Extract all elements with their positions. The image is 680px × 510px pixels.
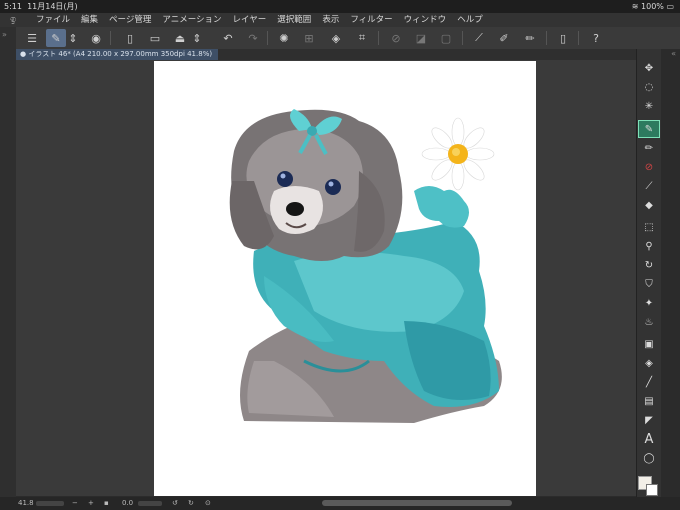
lasso-tool-icon[interactable]: ◌: [639, 79, 659, 95]
zoom-value[interactable]: 41.8: [18, 497, 34, 510]
line-tool-icon[interactable]: ╱: [639, 374, 659, 390]
invert-selection-icon[interactable]: ◪: [411, 29, 431, 47]
menu-selection[interactable]: 選択範囲: [277, 13, 311, 27]
sparkle-icon[interactable]: ✦: [639, 295, 659, 311]
zoom-slider[interactable]: [36, 501, 64, 506]
edit-mode-icon[interactable]: ✎: [46, 29, 66, 47]
fill-icon[interactable]: ◈: [326, 29, 346, 47]
menu-layer[interactable]: レイヤー: [233, 13, 267, 27]
menu-animation[interactable]: アニメーション: [162, 13, 221, 27]
record-icon[interactable]: ◉: [86, 29, 106, 47]
operation-tool-icon[interactable]: ⬚: [639, 219, 659, 235]
move-tool-icon[interactable]: ✥: [639, 60, 659, 76]
horizontal-scrollbar[interactable]: [322, 500, 512, 506]
document-tab-bar: ● イラスト 46* (A4 210.00 x 297.00mm 350dpi …: [16, 49, 636, 60]
balloon-tool-icon[interactable]: ◯: [639, 450, 659, 466]
battery-level: 100%: [641, 2, 664, 11]
redo-icon[interactable]: ↷: [243, 29, 263, 47]
status-date: 11月14日(月): [27, 2, 78, 11]
ruler-icon[interactable]: ⟋: [469, 29, 489, 47]
pen-settings-icon[interactable]: ✏: [520, 29, 540, 47]
pen-tool-icon[interactable]: ✎: [638, 120, 660, 138]
menu-file[interactable]: ファイル: [36, 13, 70, 27]
menu-filter[interactable]: フィルター: [350, 13, 392, 27]
pencil-tool-icon[interactable]: ✏: [639, 140, 659, 156]
zoom-out-icon[interactable]: −: [72, 497, 78, 510]
ios-status-bar: 5:11 11月14日(月) ≋ 100% ▭: [0, 0, 680, 13]
new-file-icon[interactable]: ▯: [120, 29, 140, 47]
left-panel-gutter: »: [0, 27, 16, 497]
navigator-bar: 41.8 − + ▪ 0.0 ↺ ↻ ⊙: [0, 497, 680, 510]
deselect-icon[interactable]: ⊘: [386, 29, 406, 47]
menu-help[interactable]: ヘルプ: [457, 13, 483, 27]
rotate-right-icon[interactable]: ↻: [188, 497, 194, 510]
menu-bar: ඉ ファイル 編集 ページ管理 アニメーション レイヤー 選択範囲 表示 フィル…: [0, 13, 680, 27]
fit-icon[interactable]: ▪: [104, 497, 109, 510]
rotation-value[interactable]: 0.0: [122, 497, 133, 510]
help-icon[interactable]: ?: [586, 29, 606, 47]
eyedropper-icon[interactable]: ⟋: [639, 178, 659, 194]
open-folder-icon[interactable]: ▭: [145, 29, 165, 47]
rotate-view-icon[interactable]: ↻: [639, 257, 659, 273]
undo-icon[interactable]: ↶: [218, 29, 238, 47]
selection-border-icon[interactable]: ▢: [436, 29, 456, 47]
zoom-tool-icon[interactable]: ⚲: [639, 238, 659, 254]
wifi-icon: ≋: [631, 2, 639, 11]
right-edge-gutter: «: [661, 49, 680, 497]
menu-view[interactable]: 表示: [322, 13, 339, 27]
loading-icon[interactable]: ✺: [274, 29, 294, 47]
hamburger-icon[interactable]: ☰: [22, 29, 42, 47]
expand-right-icon[interactable]: «: [671, 49, 676, 58]
magic-wand-icon[interactable]: ✳: [639, 98, 659, 114]
expand-left-icon[interactable]: »: [2, 30, 7, 39]
canvas-area[interactable]: [16, 60, 636, 496]
document-tab[interactable]: ● イラスト 46* (A4 210.00 x 297.00mm 350dpi …: [16, 49, 219, 60]
device-icon[interactable]: ▯: [553, 29, 573, 47]
status-time-date: 5:11 11月14日(月): [4, 0, 78, 13]
save-chevron-icon[interactable]: ⇕: [191, 29, 203, 47]
gradient-tool-icon[interactable]: ▣: [639, 336, 659, 352]
artwork-canvas[interactable]: [154, 61, 536, 496]
sub-color-swatch[interactable]: [646, 484, 658, 496]
fill-tool-icon[interactable]: ◈: [639, 355, 659, 371]
eraser-icon[interactable]: ◆: [639, 197, 659, 213]
menu-page[interactable]: ページ管理: [109, 13, 151, 27]
app-logo-icon[interactable]: ඉ: [10, 13, 16, 27]
updown-chevron-icon[interactable]: ⇕: [67, 29, 79, 47]
status-right: ≋ 100% ▭: [632, 0, 674, 13]
status-time: 5:11: [4, 2, 22, 11]
zoom-in-icon[interactable]: +: [88, 497, 94, 510]
crop-icon[interactable]: ⌗: [352, 29, 372, 47]
command-bar: ☰ ✎ ⇕ ◉ ▯ ▭ ⏏ ⇕ ↶ ↷ ✺ ⊞ ◈ ⌗ ⊘ ◪ ▢ ⟋ ✐ ✏ …: [0, 27, 680, 50]
text-tool-icon[interactable]: A: [639, 431, 659, 447]
brush-tool-icon[interactable]: ⊘: [639, 159, 659, 175]
menu-window[interactable]: ウィンドウ: [404, 13, 447, 27]
paint-bucket-icon[interactable]: ⛉: [639, 276, 659, 292]
blend-tool-icon[interactable]: ♨: [639, 314, 659, 330]
reset-rotation-icon[interactable]: ⊙: [205, 497, 211, 510]
transform-icon[interactable]: ⊞: [299, 29, 319, 47]
tool-palette: ✥ ◌ ✳ ✎ ✏ ⊘ ⟋ ◆ ⬚ ⚲ ↻ ⛉ ✦ ♨ ▣ ◈ ╱ ▤ ◤ A …: [636, 49, 661, 497]
frame-tool-icon[interactable]: ▤: [639, 393, 659, 409]
rotate-left-icon[interactable]: ↺: [172, 497, 178, 510]
dog-illustration: [229, 109, 502, 423]
brush-settings-icon[interactable]: ✐: [494, 29, 514, 47]
rotation-slider[interactable]: [138, 501, 162, 506]
ruler-tool-icon[interactable]: ◤: [639, 412, 659, 428]
save-icon[interactable]: ⏏: [170, 29, 190, 47]
battery-icon: ▭: [666, 2, 674, 11]
menu-edit[interactable]: 編集: [81, 13, 98, 27]
